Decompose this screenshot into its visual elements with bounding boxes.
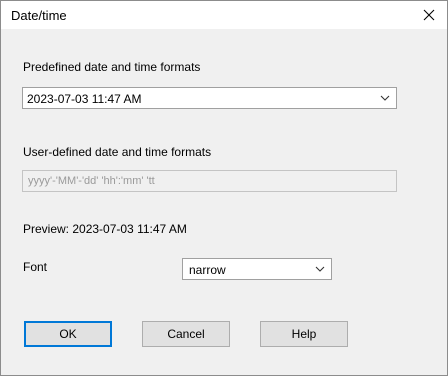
chevron-down-icon — [380, 95, 390, 101]
font-dropdown[interactable]: narrow — [182, 258, 332, 280]
user-defined-format-input[interactable] — [22, 170, 397, 192]
chevron-down-icon — [315, 266, 325, 272]
help-button[interactable]: Help — [260, 321, 348, 347]
predefined-formats-label: Predefined date and time formats — [23, 60, 201, 74]
predefined-formats-dropdown[interactable]: 2023-07-03 11:47 AM — [22, 87, 397, 109]
predefined-formats-value: 2023-07-03 11:47 AM — [27, 92, 142, 106]
dialog-body: Predefined date and time formats 2023-07… — [1, 29, 447, 375]
font-label: Font — [23, 260, 48, 274]
font-dropdown-value: narrow — [189, 263, 226, 277]
close-icon — [423, 9, 435, 21]
preview-text: Preview: 2023-07-03 11:47 AM — [23, 222, 187, 236]
ok-button[interactable]: OK — [24, 321, 112, 347]
date-time-dialog: Date/time Predefined date and time forma… — [0, 0, 448, 376]
dialog-title: Date/time — [11, 8, 67, 23]
title-bar: Date/time — [1, 1, 447, 29]
cancel-button[interactable]: Cancel — [142, 321, 230, 347]
user-defined-formats-label: User-defined date and time formats — [23, 145, 212, 159]
close-button[interactable] — [413, 3, 445, 27]
